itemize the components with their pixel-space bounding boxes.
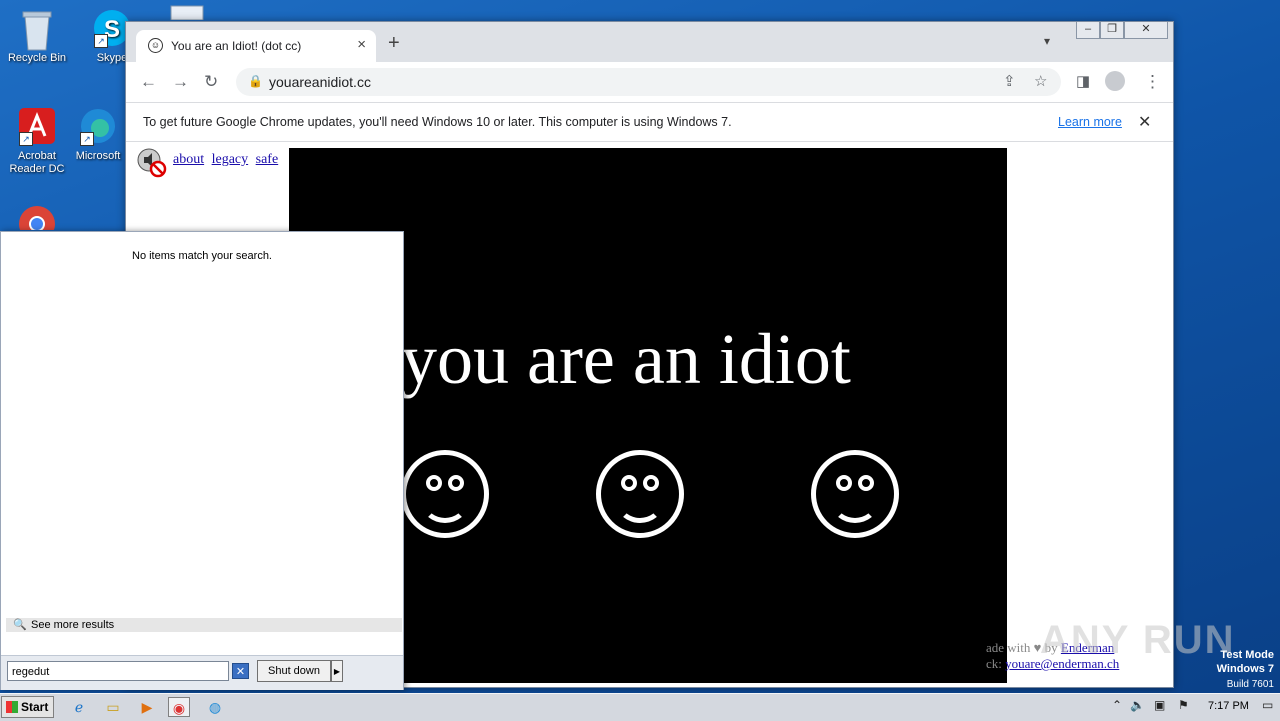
internet-explorer-icon[interactable]: ℯ: [68, 697, 90, 717]
muted-speaker-icon[interactable]: [136, 148, 167, 178]
start-label: Start: [21, 700, 49, 714]
edge-taskbar-icon[interactable]: ◍: [204, 697, 226, 717]
clear-search-icon[interactable]: ✕: [232, 663, 249, 679]
desktop-icon-recycle-bin[interactable]: Recycle Bin: [0, 8, 74, 65]
headline-text: you are an idiot: [401, 319, 851, 399]
smiley-face-icon: [811, 450, 899, 538]
update-infobar: To get future Google Chrome updates, you…: [126, 102, 1173, 142]
action-center-flag-icon[interactable]: ⚑: [1178, 698, 1189, 712]
tab-close-icon[interactable]: ×: [357, 36, 366, 53]
smiley-face-icon: [596, 450, 684, 538]
about-link[interactable]: about: [173, 152, 204, 167]
close-window-button[interactable]: ✕: [1124, 22, 1168, 39]
windows-flag-icon: [6, 701, 18, 713]
show-desktop-icon[interactable]: ▭: [1262, 698, 1273, 712]
chrome-taskbar-icon[interactable]: ◉: [168, 697, 190, 717]
legacy-link[interactable]: legacy: [212, 152, 249, 167]
address-bar[interactable]: 🔒 youareanidiot.cc ⇪ ☆: [236, 68, 1061, 96]
explorer-folder-icon[interactable]: ▭: [102, 697, 124, 717]
safe-link[interactable]: safe: [256, 152, 279, 167]
desktop-icon-edge[interactable]: ↗ Microsoft: [61, 106, 135, 163]
footer-contact: ck:: [986, 656, 1002, 671]
magnifier-icon: 🔍: [13, 619, 27, 631]
network-icon[interactable]: ▣: [1154, 698, 1165, 712]
menu-dots-icon[interactable]: ⋮: [1144, 72, 1161, 92]
desktop-icon-label: Recycle Bin: [7, 52, 67, 64]
lock-icon: 🔒: [248, 74, 263, 88]
side-panel-icon[interactable]: ◨: [1076, 72, 1090, 90]
minimize-button[interactable]: –: [1076, 22, 1100, 39]
see-more-label: See more results: [31, 619, 115, 631]
bookmark-star-icon[interactable]: ☆: [1034, 72, 1047, 90]
share-icon[interactable]: ⇪: [1003, 72, 1016, 90]
reload-icon[interactable]: ↻: [204, 72, 218, 92]
anyrun-watermark: ANY RUN: [1040, 618, 1236, 662]
forward-arrow-icon[interactable]: →: [172, 72, 189, 92]
shutdown-button[interactable]: Shut down: [257, 660, 331, 682]
learn-more-link[interactable]: Learn more: [1058, 115, 1122, 129]
document-icon: [167, 4, 207, 21]
see-more-results[interactable]: 🔍 See more results: [6, 618, 402, 632]
build-text: Build 7601: [1226, 679, 1274, 690]
start-menu: No items match your search. 🔍 See more r…: [0, 231, 404, 690]
smiley-face-icon: [401, 450, 489, 538]
start-button[interactable]: Start: [1, 696, 54, 718]
test-mode-text: Test Mode: [1220, 649, 1274, 661]
desktop-icon-chrome-partial[interactable]: [0, 204, 74, 234]
infobar-close-icon[interactable]: ✕: [1138, 112, 1151, 132]
page-links: about legacy safe: [173, 152, 282, 168]
tray-expand-icon[interactable]: ⌃: [1112, 698, 1122, 712]
start-search-input[interactable]: regedut: [7, 661, 229, 681]
chrome-icon: [17, 204, 57, 230]
browser-tab[interactable]: ☺ You are an Idiot! (dot cc) ×: [136, 30, 376, 62]
back-arrow-icon[interactable]: ←: [140, 72, 157, 92]
smiley-favicon-icon: ☺: [148, 38, 163, 53]
acrobat-icon: ↗: [17, 106, 57, 146]
restore-button[interactable]: ❐: [1100, 22, 1124, 39]
footer-made: ade with: [986, 640, 1031, 655]
address-url[interactable]: youareanidiot.cc: [269, 74, 371, 90]
start-menu-footer: regedut ✕ Shut down ▶: [1, 655, 403, 690]
media-player-icon[interactable]: ▶: [136, 697, 158, 717]
tab-title: You are an Idiot! (dot cc): [171, 39, 302, 53]
taskbar: Start ℯ ▭ ▶ ◉ ◍ ⌃ 🔈 ▣ ⚑ 7:17 PM ▭: [0, 693, 1280, 721]
shutdown-options-arrow-icon[interactable]: ▶: [331, 660, 343, 682]
browser-toolbar: ← → ↻ 🔒 youareanidiot.cc ⇪ ☆ ◨ ⋮: [126, 62, 1173, 102]
profile-avatar-icon[interactable]: [1105, 71, 1125, 91]
shortcut-arrow-icon: ↗: [80, 132, 94, 146]
clock[interactable]: 7:17 PM: [1208, 700, 1249, 712]
shortcut-arrow-icon: ↗: [94, 34, 108, 48]
desktop-icon-label: Microsoft: [75, 150, 121, 162]
edge-icon: ↗: [78, 106, 118, 146]
shortcut-arrow-icon: ↗: [19, 132, 33, 146]
window-controls: – ❐ ✕: [1076, 22, 1168, 40]
windows-version-text: Windows 7: [1216, 663, 1274, 675]
tab-search-chevron-icon[interactable]: ▾: [1044, 34, 1050, 48]
infobar-message: To get future Google Chrome updates, you…: [143, 115, 732, 129]
volume-icon[interactable]: 🔈: [1130, 698, 1145, 712]
new-tab-icon[interactable]: +: [388, 32, 400, 55]
tab-strip: ☺ You are an Idiot! (dot cc) × + ▾ – ❐ ✕: [126, 22, 1173, 62]
recycle-bin-icon: [17, 8, 57, 51]
no-results-text: No items match your search.: [132, 250, 272, 262]
